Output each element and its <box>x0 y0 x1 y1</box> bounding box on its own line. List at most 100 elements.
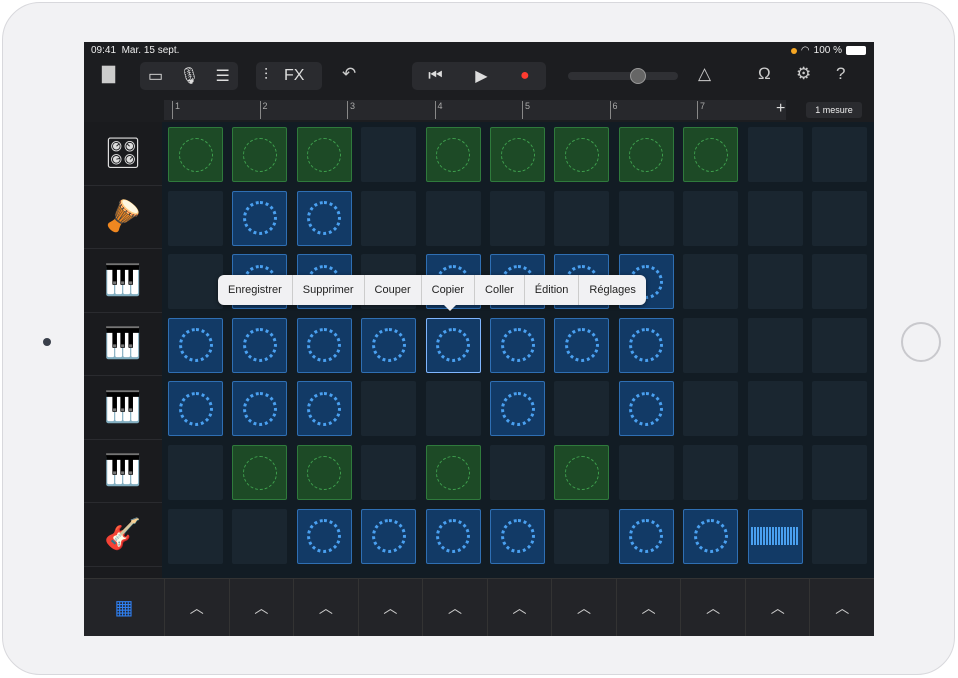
column-trigger-button[interactable]: ︿ <box>358 579 423 636</box>
loop-cell[interactable] <box>812 509 867 564</box>
home-button[interactable] <box>901 322 941 362</box>
my-songs-icon[interactable]: ▇ <box>102 64 115 84</box>
loop-cell[interactable] <box>361 191 416 246</box>
loop-cell[interactable] <box>619 191 674 246</box>
column-trigger-button[interactable]: ︿ <box>422 579 487 636</box>
loop-cell[interactable] <box>232 318 287 373</box>
record-icon[interactable]: ● <box>512 67 538 85</box>
loop-cell[interactable] <box>168 381 223 436</box>
tracks-view-icon[interactable]: ☰ <box>207 66 237 86</box>
loop-cell[interactable] <box>426 509 481 564</box>
track-header-keyboard[interactable]: 🎹 <box>84 440 162 504</box>
loop-cell[interactable] <box>683 191 738 246</box>
settings-icon[interactable]: ⚙ <box>796 64 811 84</box>
loop-cell[interactable] <box>490 509 545 564</box>
help-icon[interactable]: ? <box>836 64 845 84</box>
loop-cell[interactable] <box>490 445 545 500</box>
slider-knob[interactable] <box>630 68 646 84</box>
loop-cell[interactable] <box>554 445 609 500</box>
loop-cell[interactable] <box>168 318 223 373</box>
loop-cell[interactable] <box>748 381 803 436</box>
column-trigger-button[interactable]: ︿ <box>680 579 745 636</box>
loop-cell[interactable] <box>748 318 803 373</box>
loop-cell[interactable] <box>683 445 738 500</box>
undo-icon[interactable]: ↶ <box>342 64 356 84</box>
loop-cell[interactable] <box>361 381 416 436</box>
column-trigger-button[interactable]: ︿ <box>164 579 229 636</box>
track-header-electric-guitar[interactable]: 🎸 <box>84 503 162 567</box>
menu-item-5[interactable]: Édition <box>525 275 580 305</box>
track-header-grand-piano[interactable]: 🎹 <box>84 313 162 377</box>
menu-item-1[interactable]: Supprimer <box>293 275 365 305</box>
loop-cell[interactable] <box>812 318 867 373</box>
loop-cell[interactable] <box>297 509 352 564</box>
loop-cell[interactable] <box>232 191 287 246</box>
loop-cell[interactable] <box>426 381 481 436</box>
edit-cells-icon[interactable]: ▦ <box>84 579 164 636</box>
loop-cell[interactable] <box>619 127 674 182</box>
loop-cell[interactable] <box>426 445 481 500</box>
loop-cell[interactable] <box>490 318 545 373</box>
microphone-icon[interactable]: 🎙 <box>171 66 207 86</box>
mixer-icon[interactable]: ⫶ <box>256 67 276 85</box>
loop-cell[interactable] <box>812 127 867 182</box>
master-volume-slider[interactable] <box>568 72 678 80</box>
loop-cell[interactable] <box>554 191 609 246</box>
loop-cell[interactable] <box>232 381 287 436</box>
loop-cell[interactable] <box>168 254 223 309</box>
loop-cell[interactable] <box>748 509 803 564</box>
loop-cell[interactable] <box>619 381 674 436</box>
track-header-drum-machine[interactable]: 🎛 <box>84 122 162 186</box>
loop-cell[interactable] <box>683 318 738 373</box>
loop-cell[interactable] <box>748 127 803 182</box>
column-trigger-button[interactable]: ︿ <box>551 579 616 636</box>
fx-button[interactable]: FX <box>276 67 312 85</box>
loop-cell[interactable] <box>812 445 867 500</box>
loop-cell[interactable] <box>426 318 481 373</box>
loop-cell[interactable] <box>232 509 287 564</box>
loop-cell[interactable] <box>748 254 803 309</box>
loop-cell[interactable] <box>490 191 545 246</box>
loop-cell[interactable] <box>297 127 352 182</box>
loop-cell[interactable] <box>490 127 545 182</box>
loop-browser-icon[interactable]: Ω <box>758 64 771 84</box>
loop-cell[interactable] <box>748 191 803 246</box>
track-header-congas[interactable]: 🪘 <box>84 186 162 250</box>
loop-cell[interactable] <box>426 127 481 182</box>
loop-cell[interactable] <box>490 381 545 436</box>
loop-cell[interactable] <box>232 127 287 182</box>
play-icon[interactable]: ▶ <box>467 66 495 86</box>
loop-cell[interactable] <box>232 445 287 500</box>
column-trigger-button[interactable]: ︿ <box>487 579 552 636</box>
loop-cell[interactable] <box>168 127 223 182</box>
loop-cell[interactable] <box>297 191 352 246</box>
menu-item-2[interactable]: Couper <box>365 275 422 305</box>
loop-cell[interactable] <box>297 318 352 373</box>
loop-cell[interactable] <box>554 318 609 373</box>
loop-cell[interactable] <box>812 381 867 436</box>
loop-cell[interactable] <box>683 509 738 564</box>
loop-cell[interactable] <box>619 318 674 373</box>
loop-cell[interactable] <box>812 254 867 309</box>
menu-item-4[interactable]: Coller <box>475 275 525 305</box>
column-trigger-button[interactable]: ︿ <box>616 579 681 636</box>
loop-cell[interactable] <box>619 445 674 500</box>
menu-item-3[interactable]: Copier <box>422 275 475 305</box>
ruler[interactable]: 1234567 <box>164 100 786 120</box>
menu-item-0[interactable]: Enregistrer <box>218 275 293 305</box>
loop-cell[interactable] <box>554 509 609 564</box>
loop-cell[interactable] <box>554 127 609 182</box>
loop-cell[interactable] <box>361 445 416 500</box>
loop-cell[interactable] <box>619 509 674 564</box>
live-loops-view-icon[interactable]: ▭ <box>140 66 171 86</box>
column-trigger-button[interactable]: ︿ <box>809 579 874 636</box>
column-trigger-button[interactable]: ︿ <box>229 579 294 636</box>
loop-cell[interactable] <box>297 381 352 436</box>
loop-cell[interactable] <box>361 318 416 373</box>
loop-cell[interactable] <box>361 127 416 182</box>
loop-cell[interactable] <box>554 381 609 436</box>
section-length-button[interactable]: 1 mesure <box>806 102 862 118</box>
menu-item-6[interactable]: Réglages <box>579 275 645 305</box>
track-header-grand-piano[interactable]: 🎹 <box>84 376 162 440</box>
loop-cell[interactable] <box>168 509 223 564</box>
